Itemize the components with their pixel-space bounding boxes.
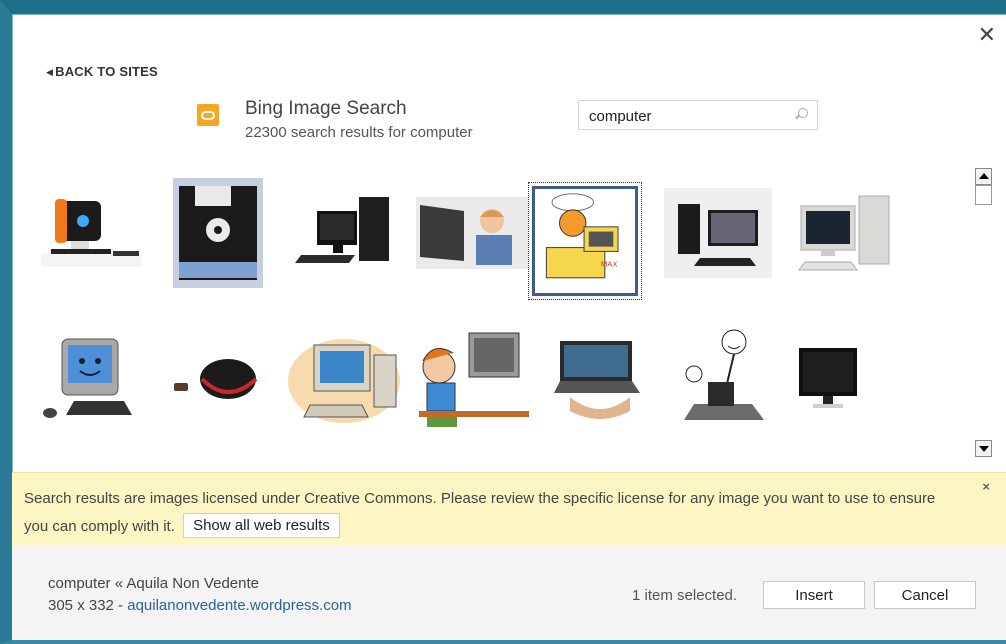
result-count: 22300 search results for computer: [245, 124, 473, 141]
black-monitor-image: [799, 348, 857, 408]
license-notice-message: Search results are images licensed under…: [24, 490, 936, 535]
cancel-button[interactable]: Cancel: [874, 581, 976, 609]
result-thumb[interactable]: [28, 168, 154, 298]
insert-button[interactable]: Insert: [763, 581, 865, 609]
result-thumb[interactable]: [663, 314, 789, 444]
result-thumb[interactable]: [788, 314, 868, 444]
result-thumb[interactable]: [782, 168, 908, 298]
beige-pc-image: [798, 195, 890, 271]
selected-image-title: computer « Aquila Non Vedente: [48, 575, 259, 592]
floppy-disk-image: [173, 178, 263, 288]
garfield-cartoon-image: MAX: [532, 186, 638, 296]
scroll-down-arrow-icon[interactable]: [975, 440, 992, 457]
result-thumb[interactable]: [155, 314, 281, 444]
bing-logo-icon: [197, 104, 219, 126]
dialog-footer: computer « Aquila Non Vedente 305 x 332 …: [12, 545, 1006, 640]
laptop-on-hand-image: [554, 341, 640, 419]
wireless-mouse-image: [174, 359, 258, 399]
chevron-left-icon: ◀: [46, 67, 54, 77]
scroll-thumb[interactable]: [975, 185, 992, 205]
results-scrollbar[interactable]: [975, 168, 994, 458]
result-thumb[interactable]: [409, 168, 535, 298]
svg-text:MAX: MAX: [601, 259, 617, 268]
selected-image-dimensions: 305 x 332 -: [48, 597, 124, 614]
provider-title: Bing Image Search: [245, 98, 407, 119]
search-box[interactable]: [578, 100, 818, 130]
back-to-sites-label: BACK TO SITES: [55, 64, 158, 79]
show-all-web-results-button[interactable]: Show all web results: [183, 513, 340, 538]
close-notice-icon[interactable]: ×: [982, 479, 990, 494]
result-thumb[interactable]: [655, 168, 781, 298]
close-icon[interactable]: ✕: [978, 24, 996, 46]
result-thumb[interactable]: [409, 314, 535, 444]
stick-figure-image: [684, 329, 764, 420]
result-thumb[interactable]: [536, 314, 662, 444]
result-thumb-selected[interactable]: MAX: [528, 182, 642, 300]
license-notice-text: Search results are images licensed under…: [24, 485, 954, 541]
result-thumb[interactable]: [28, 314, 154, 444]
result-thumb[interactable]: [282, 168, 408, 298]
source-link[interactable]: aquilanonvedente.wordpress.com: [127, 597, 351, 614]
image-results-grid: MAX: [28, 168, 968, 456]
back-to-sites-link[interactable]: ◀ BACK TO SITES: [46, 64, 158, 79]
result-thumb[interactable]: [155, 168, 281, 298]
selection-count: 1 item selected.: [632, 587, 738, 604]
selected-image-meta: 305 x 332 - aquilanonvedente.wordpress.c…: [48, 597, 352, 614]
search-icon[interactable]: [798, 108, 808, 118]
black-desktop-image: [295, 197, 389, 263]
desktop-monitor-image: [664, 188, 772, 278]
search-input[interactable]: [587, 107, 791, 126]
scroll-up-arrow-icon[interactable]: [975, 168, 992, 185]
cartoon-desktop-image: [288, 339, 400, 423]
orange-computer-image: [41, 199, 141, 267]
result-thumb[interactable]: [282, 314, 408, 444]
child-laptop-image: [416, 197, 528, 269]
license-notice-bar: Search results are images licensed under…: [12, 472, 1006, 545]
smiling-mac-image: [43, 338, 132, 418]
cartoon-boy-image: [419, 332, 529, 427]
